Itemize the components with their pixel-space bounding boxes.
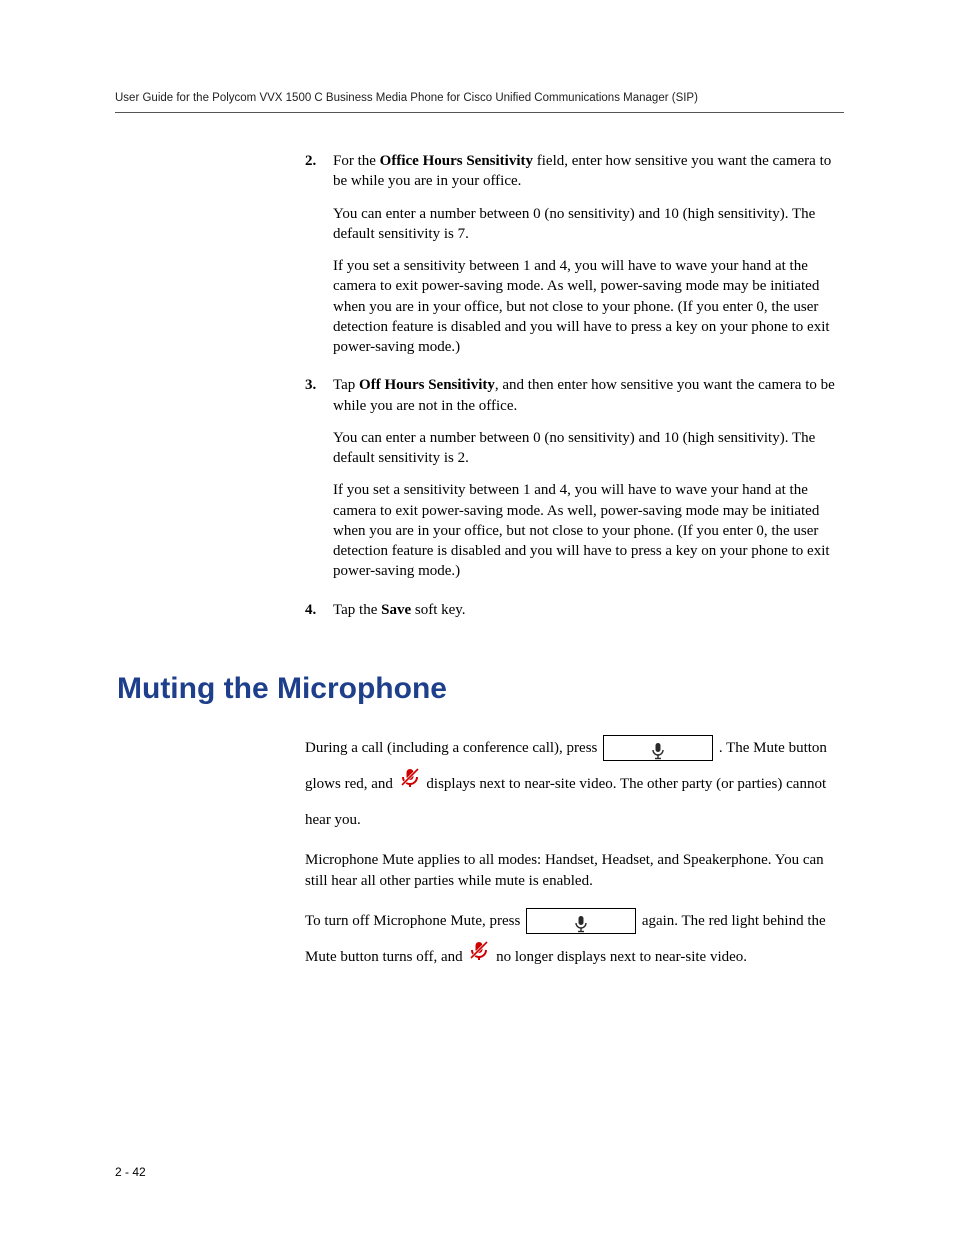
step-number: 3. [305, 375, 333, 593]
step-3-para-2: You can enter a number between 0 (no sen… [333, 428, 844, 469]
text: During a call (including a conference ca… [305, 740, 601, 756]
text: For the [333, 153, 380, 169]
step-number: 4. [305, 600, 333, 632]
header-rule [115, 112, 844, 113]
mute-button-icon [603, 735, 713, 761]
mute-para-2: Microphone Mute applies to all modes: Ha… [305, 850, 844, 891]
step-number: 2. [305, 151, 333, 369]
step-3-para-3: If you set a sensitivity between 1 and 4… [333, 480, 844, 581]
text: no longer displays next to near-site vid… [496, 949, 747, 965]
bold-text: Off Hours Sensitivity [359, 377, 495, 393]
step-2-para-1: For the Office Hours Sensitivity field, … [333, 151, 844, 192]
bold-text: Save [381, 602, 411, 618]
step-3-para-1: Tap Off Hours Sensitivity, and then ente… [333, 375, 844, 416]
bold-text: Office Hours Sensitivity [380, 153, 533, 169]
step-body: For the Office Hours Sensitivity field, … [333, 151, 844, 369]
step-body: Tap the Save soft key. [333, 600, 844, 632]
section-heading-muting-microphone: Muting the Microphone [117, 672, 844, 706]
mic-muted-icon [399, 766, 421, 802]
text: To turn off Microphone Mute, press [305, 913, 524, 929]
running-header: User Guide for the Polycom VVX 1500 C Bu… [115, 92, 844, 104]
page-number: 2 - 42 [115, 1165, 146, 1179]
mute-button-icon [526, 908, 636, 934]
step-4: 4. Tap the Save soft key. [305, 600, 844, 632]
mute-para-3: To turn off Microphone Mute, press again… [305, 903, 844, 976]
mic-muted-icon [468, 939, 490, 975]
text: Tap the [333, 602, 381, 618]
text: soft key. [411, 602, 465, 618]
section-body: During a call (including a conference ca… [305, 730, 844, 976]
microphone-icon [651, 742, 665, 760]
body-content: 2. For the Office Hours Sensitivity fiel… [305, 151, 844, 632]
mute-para-1: During a call (including a conference ca… [305, 730, 844, 839]
step-2-para-3: If you set a sensitivity between 1 and 4… [333, 256, 844, 357]
step-body: Tap Off Hours Sensitivity, and then ente… [333, 375, 844, 593]
step-2: 2. For the Office Hours Sensitivity fiel… [305, 151, 844, 369]
step-4-para-1: Tap the Save soft key. [333, 600, 844, 620]
microphone-icon [574, 915, 588, 933]
step-3: 3. Tap Off Hours Sensitivity, and then e… [305, 375, 844, 593]
text: Tap [333, 377, 359, 393]
step-2-para-2: You can enter a number between 0 (no sen… [333, 204, 844, 245]
